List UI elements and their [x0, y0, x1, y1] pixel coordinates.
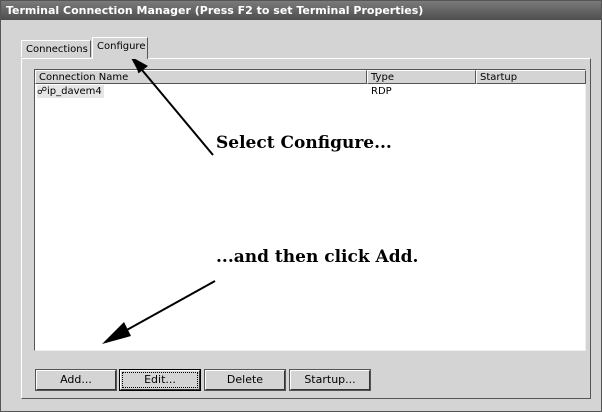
annotation-arrows [102, 56, 216, 344]
arrow-to-configure-tab [135, 62, 214, 156]
arrow-to-add-button [115, 280, 216, 337]
arrow-to-add-button-head [102, 322, 131, 344]
tab-configure[interactable]: Configure [92, 37, 148, 59]
